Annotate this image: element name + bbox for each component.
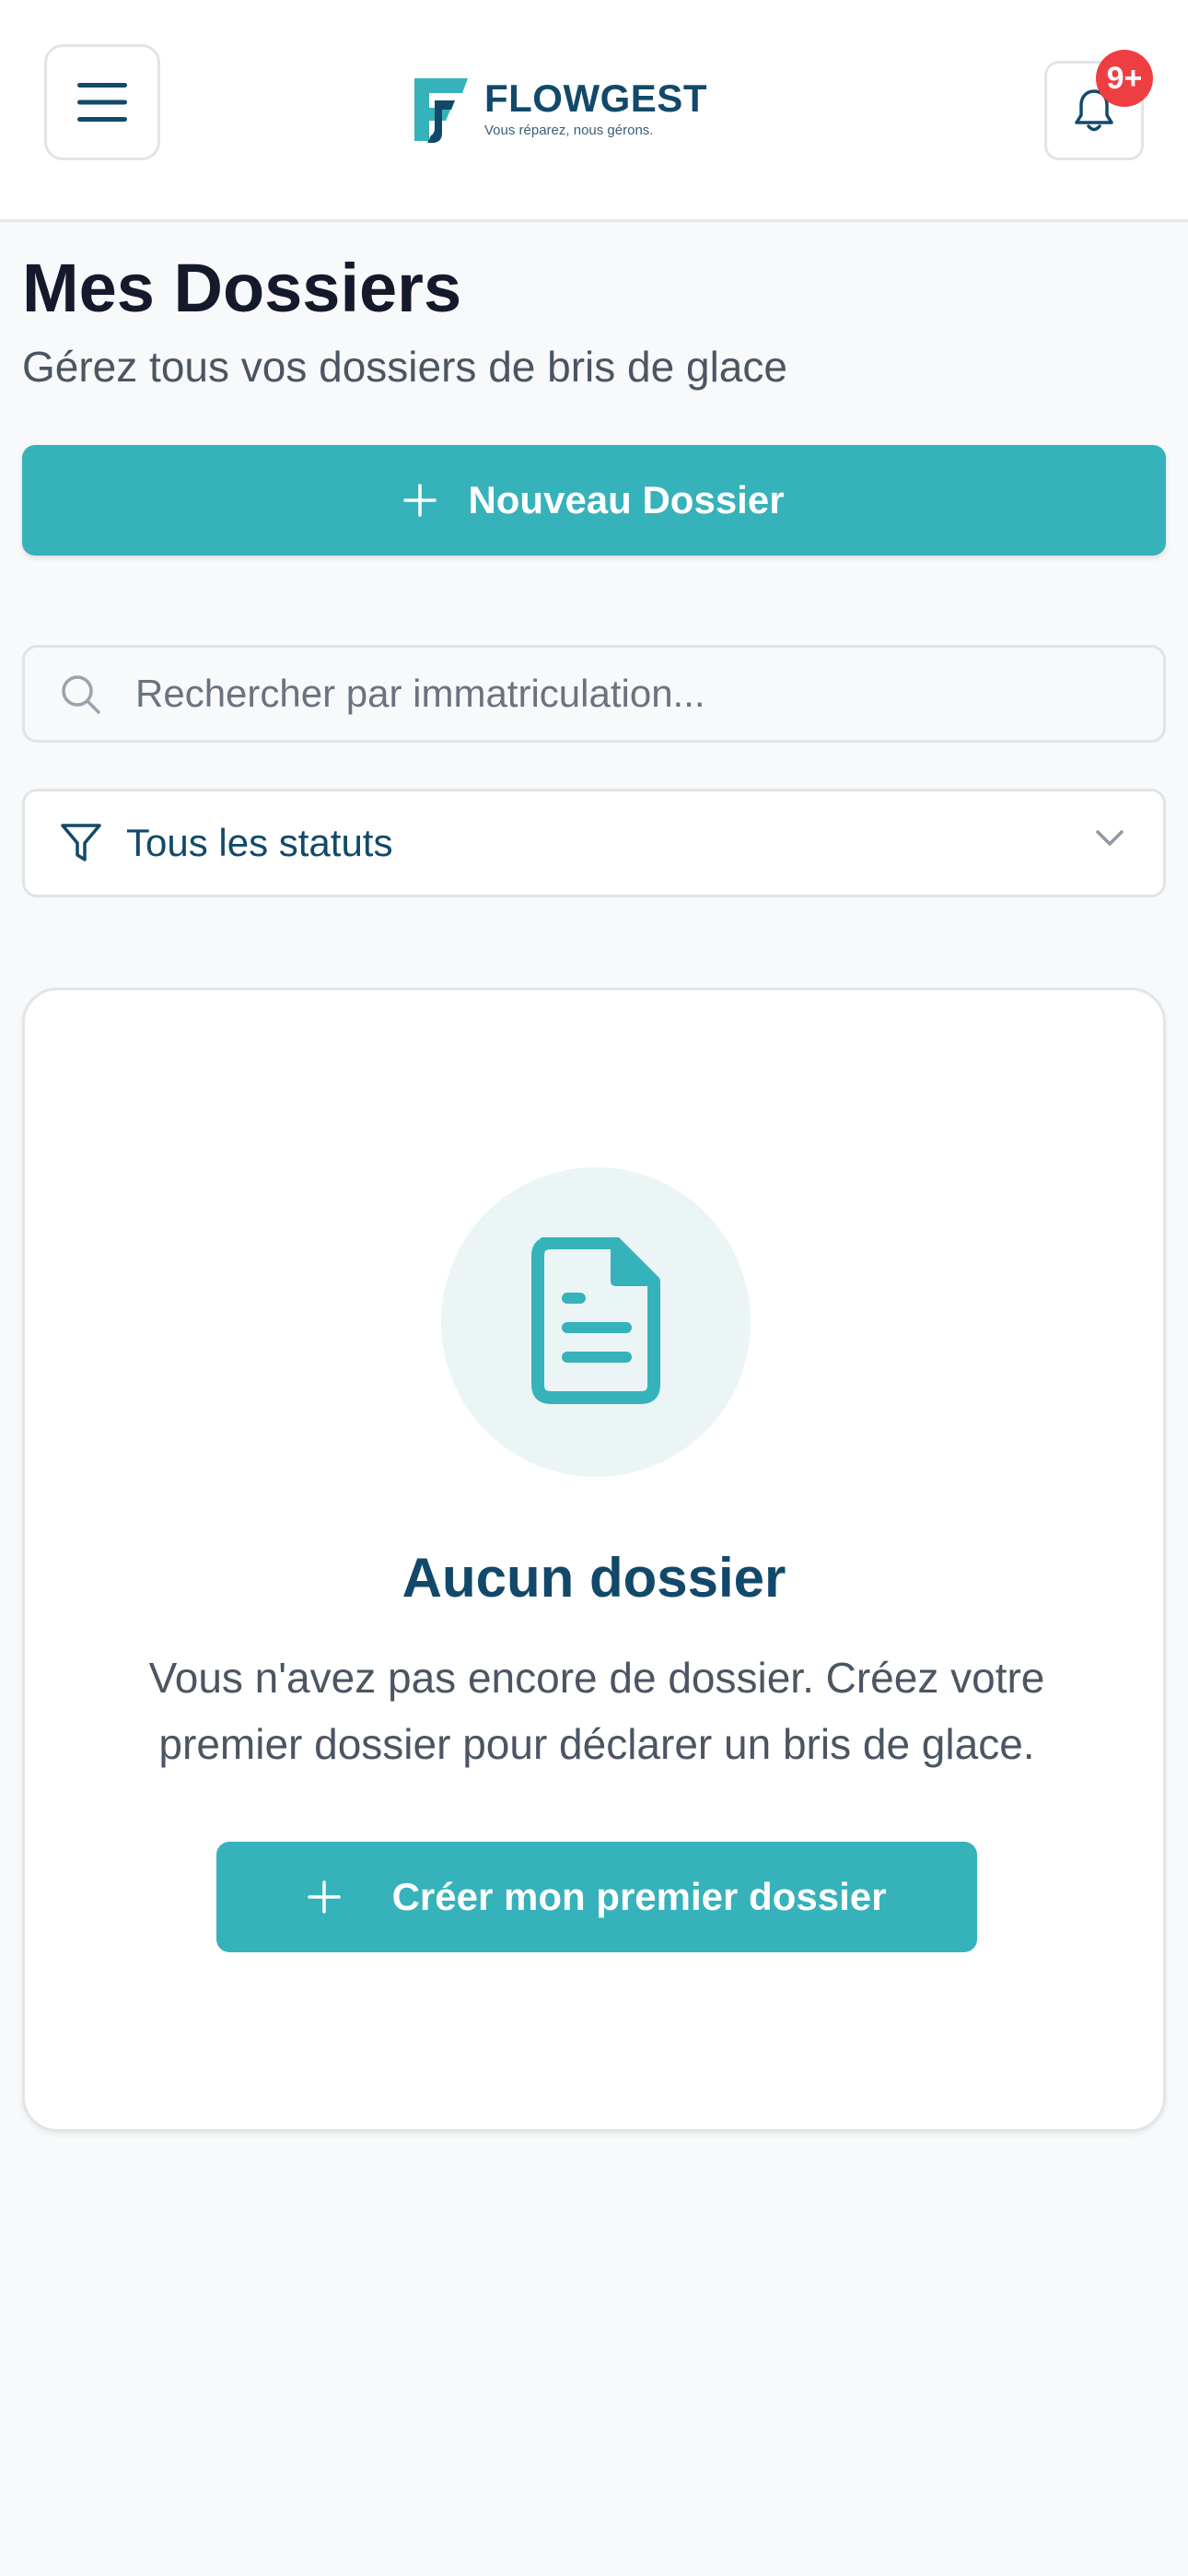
new-folder-label: Nouveau Dossier <box>468 478 785 521</box>
notification-badge: 9+ <box>1096 50 1153 107</box>
filter-icon <box>60 822 102 869</box>
page-subtitle: Gérez tous vos dossiers de bris de glace <box>22 343 787 391</box>
page-title: Mes Dossiers <box>22 250 462 326</box>
status-filter-select[interactable]: Tous les statuts <box>22 789 1166 897</box>
app-header: FLOWGEST Vous réparez, nous gérons. 9+ <box>0 0 1188 222</box>
status-filter-value: Tous les statuts <box>126 821 393 864</box>
new-folder-button[interactable]: Nouveau Dossier <box>22 445 1166 556</box>
search-input[interactable] <box>135 648 1148 740</box>
logo-mark-icon <box>414 78 468 143</box>
plus-icon <box>307 1880 341 1914</box>
empty-state-text: Vous n'avez pas encore de dossier. Créez… <box>148 1654 1045 1768</box>
chevron-down-icon <box>1095 828 1124 853</box>
logo-tagline: Vous réparez, nous gérons. <box>484 123 654 138</box>
app-logo[interactable]: FLOWGEST Vous réparez, nous gérons. <box>411 70 707 147</box>
search-icon <box>60 673 102 720</box>
logo-name: FLOWGEST <box>484 76 707 120</box>
empty-state-illustration <box>441 1167 751 1477</box>
page: FLOWGEST Vous réparez, nous gérons. 9+ M… <box>0 0 1188 2576</box>
create-first-folder-label: Créer mon premier dossier <box>391 1875 887 1918</box>
empty-state-card: Aucun dossier Vous n'avez pas encore de … <box>22 988 1166 2132</box>
document-icon <box>531 1237 660 1404</box>
plus-icon <box>403 484 437 517</box>
hamburger-icon <box>77 83 127 122</box>
create-first-folder-button[interactable]: Créer mon premier dossier <box>216 1842 977 1952</box>
empty-state-title: Aucun dossier <box>402 1547 786 1609</box>
search-field[interactable] <box>22 645 1166 743</box>
menu-button[interactable] <box>44 44 160 160</box>
